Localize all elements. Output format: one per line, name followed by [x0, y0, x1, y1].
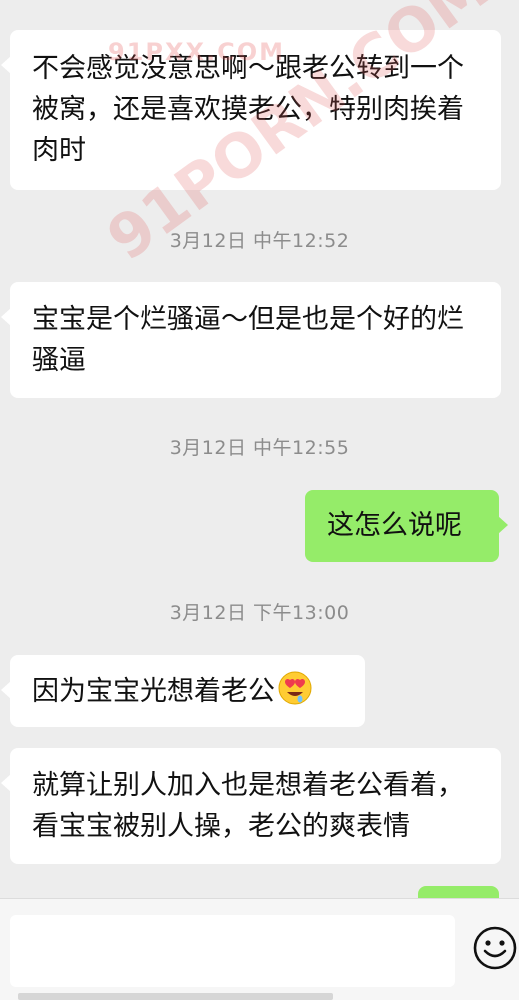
message-bubble-outgoing[interactable]: 这怎么说呢 [305, 490, 508, 562]
message-bubble-incoming[interactable]: 因为宝宝光想着老公 [1, 655, 365, 727]
message-input[interactable] [10, 915, 455, 987]
heart-eyes-drool-emoji [277, 670, 313, 706]
message-text: 就算让别人加入也是想着老公看着，看宝宝被别人操，老公的爽表情 [32, 770, 464, 842]
message-input-bar [0, 898, 519, 1000]
timestamp: 3月12日 中午12:52 [169, 230, 350, 252]
chat-view: 不会感觉没意思啊～跟老公转到一个被窝，还是喜欢摸老公，特别肉挨着肉时 3月12日… [0, 0, 519, 1000]
message-text: 因为宝宝光想着老公 [32, 676, 275, 707]
keyboard-edge [18, 993, 333, 1000]
timestamp: 3月12日 中午12:55 [169, 437, 350, 459]
message-text: 这怎么说呢 [327, 510, 462, 541]
message-text: 宝宝是个烂骚逼～但是也是个好的烂骚逼 [32, 304, 464, 376]
timestamp: 3月12日 下午13:00 [169, 602, 350, 624]
message-bubble-incoming[interactable]: 宝宝是个烂骚逼～但是也是个好的烂骚逼 [1, 282, 501, 398]
message-bubble-incoming[interactable]: 就算让别人加入也是想着老公看着，看宝宝被别人操，老公的爽表情 [1, 748, 501, 864]
message-bubble-incoming[interactable]: 不会感觉没意思啊～跟老公转到一个被窝，还是喜欢摸老公，特别肉挨着肉时 [1, 30, 501, 190]
message-text: 不会感觉没意思啊～跟老公转到一个被窝，还是喜欢摸老公，特别肉挨着肉时 [32, 53, 464, 166]
smile-icon[interactable] [472, 925, 518, 971]
